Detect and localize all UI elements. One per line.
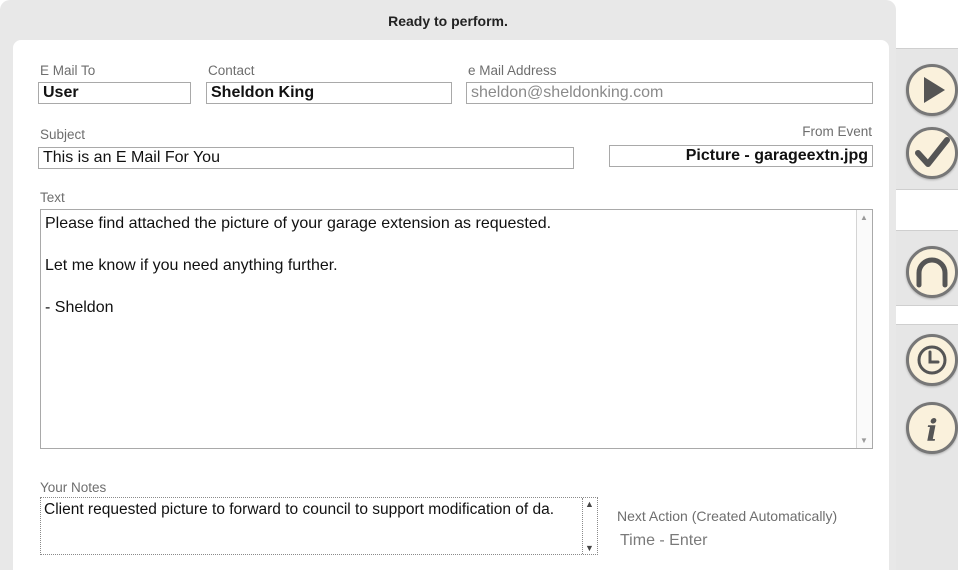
contact-field[interactable]: Sheldon King — [206, 82, 452, 104]
info-icon: i — [926, 414, 937, 449]
arch-button[interactable] — [906, 246, 958, 298]
notes-label: Your Notes — [40, 480, 107, 495]
email-to-label: E Mail To — [40, 63, 96, 78]
message-text-area[interactable]: Please find attached the picture of your… — [40, 209, 873, 449]
message-scrollbar[interactable]: ▲ ▼ — [856, 210, 872, 448]
notes-text: Client requested picture to forward to c… — [44, 501, 555, 518]
message-line: Let me know if you need anything further… — [45, 257, 338, 274]
clock-icon — [917, 345, 947, 375]
text-label: Text — [40, 190, 65, 205]
contact-label: Contact — [208, 63, 255, 78]
perform-button[interactable] — [906, 64, 958, 116]
email-address-label: e Mail Address — [468, 63, 557, 78]
status-bar: Ready to perform. — [388, 13, 508, 29]
email-action-window: Ready to perform. i E Mail To User Conta… — [0, 0, 958, 570]
email-to-field[interactable]: User — [38, 82, 191, 104]
notes-scroll-down-icon[interactable]: ▼ — [585, 543, 594, 553]
info-button[interactable]: i — [906, 402, 958, 454]
clock-button[interactable] — [906, 334, 958, 386]
email-address-field[interactable]: sheldon@sheldonking.com — [466, 82, 873, 104]
message-line: Please find attached the picture of your… — [45, 215, 552, 232]
scroll-down-icon[interactable]: ▼ — [860, 436, 868, 445]
message-body: Please find attached the picture of your… — [45, 213, 855, 339]
next-action-label: Next Action (Created Automatically) — [617, 508, 838, 524]
from-event-label: From Event — [802, 124, 872, 139]
notes-scroll-up-icon[interactable]: ▲ — [585, 499, 594, 509]
play-icon — [924, 77, 945, 103]
message-line: - Sheldon — [45, 299, 114, 316]
done-button[interactable] — [906, 127, 958, 179]
next-action-value[interactable]: Time - Enter — [620, 532, 707, 550]
scroll-up-icon[interactable]: ▲ — [860, 213, 868, 222]
notes-scrollbar[interactable]: ▲ ▼ — [582, 498, 597, 554]
arch-icon — [916, 257, 948, 288]
notes-field[interactable]: Client requested picture to forward to c… — [40, 497, 598, 555]
svg-text:i: i — [926, 414, 937, 449]
subject-field[interactable]: This is an E Mail For You — [38, 147, 574, 169]
check-icon — [915, 137, 950, 167]
from-event-field[interactable]: Picture - garageextn.jpg — [609, 145, 873, 167]
subject-label: Subject — [40, 127, 86, 142]
